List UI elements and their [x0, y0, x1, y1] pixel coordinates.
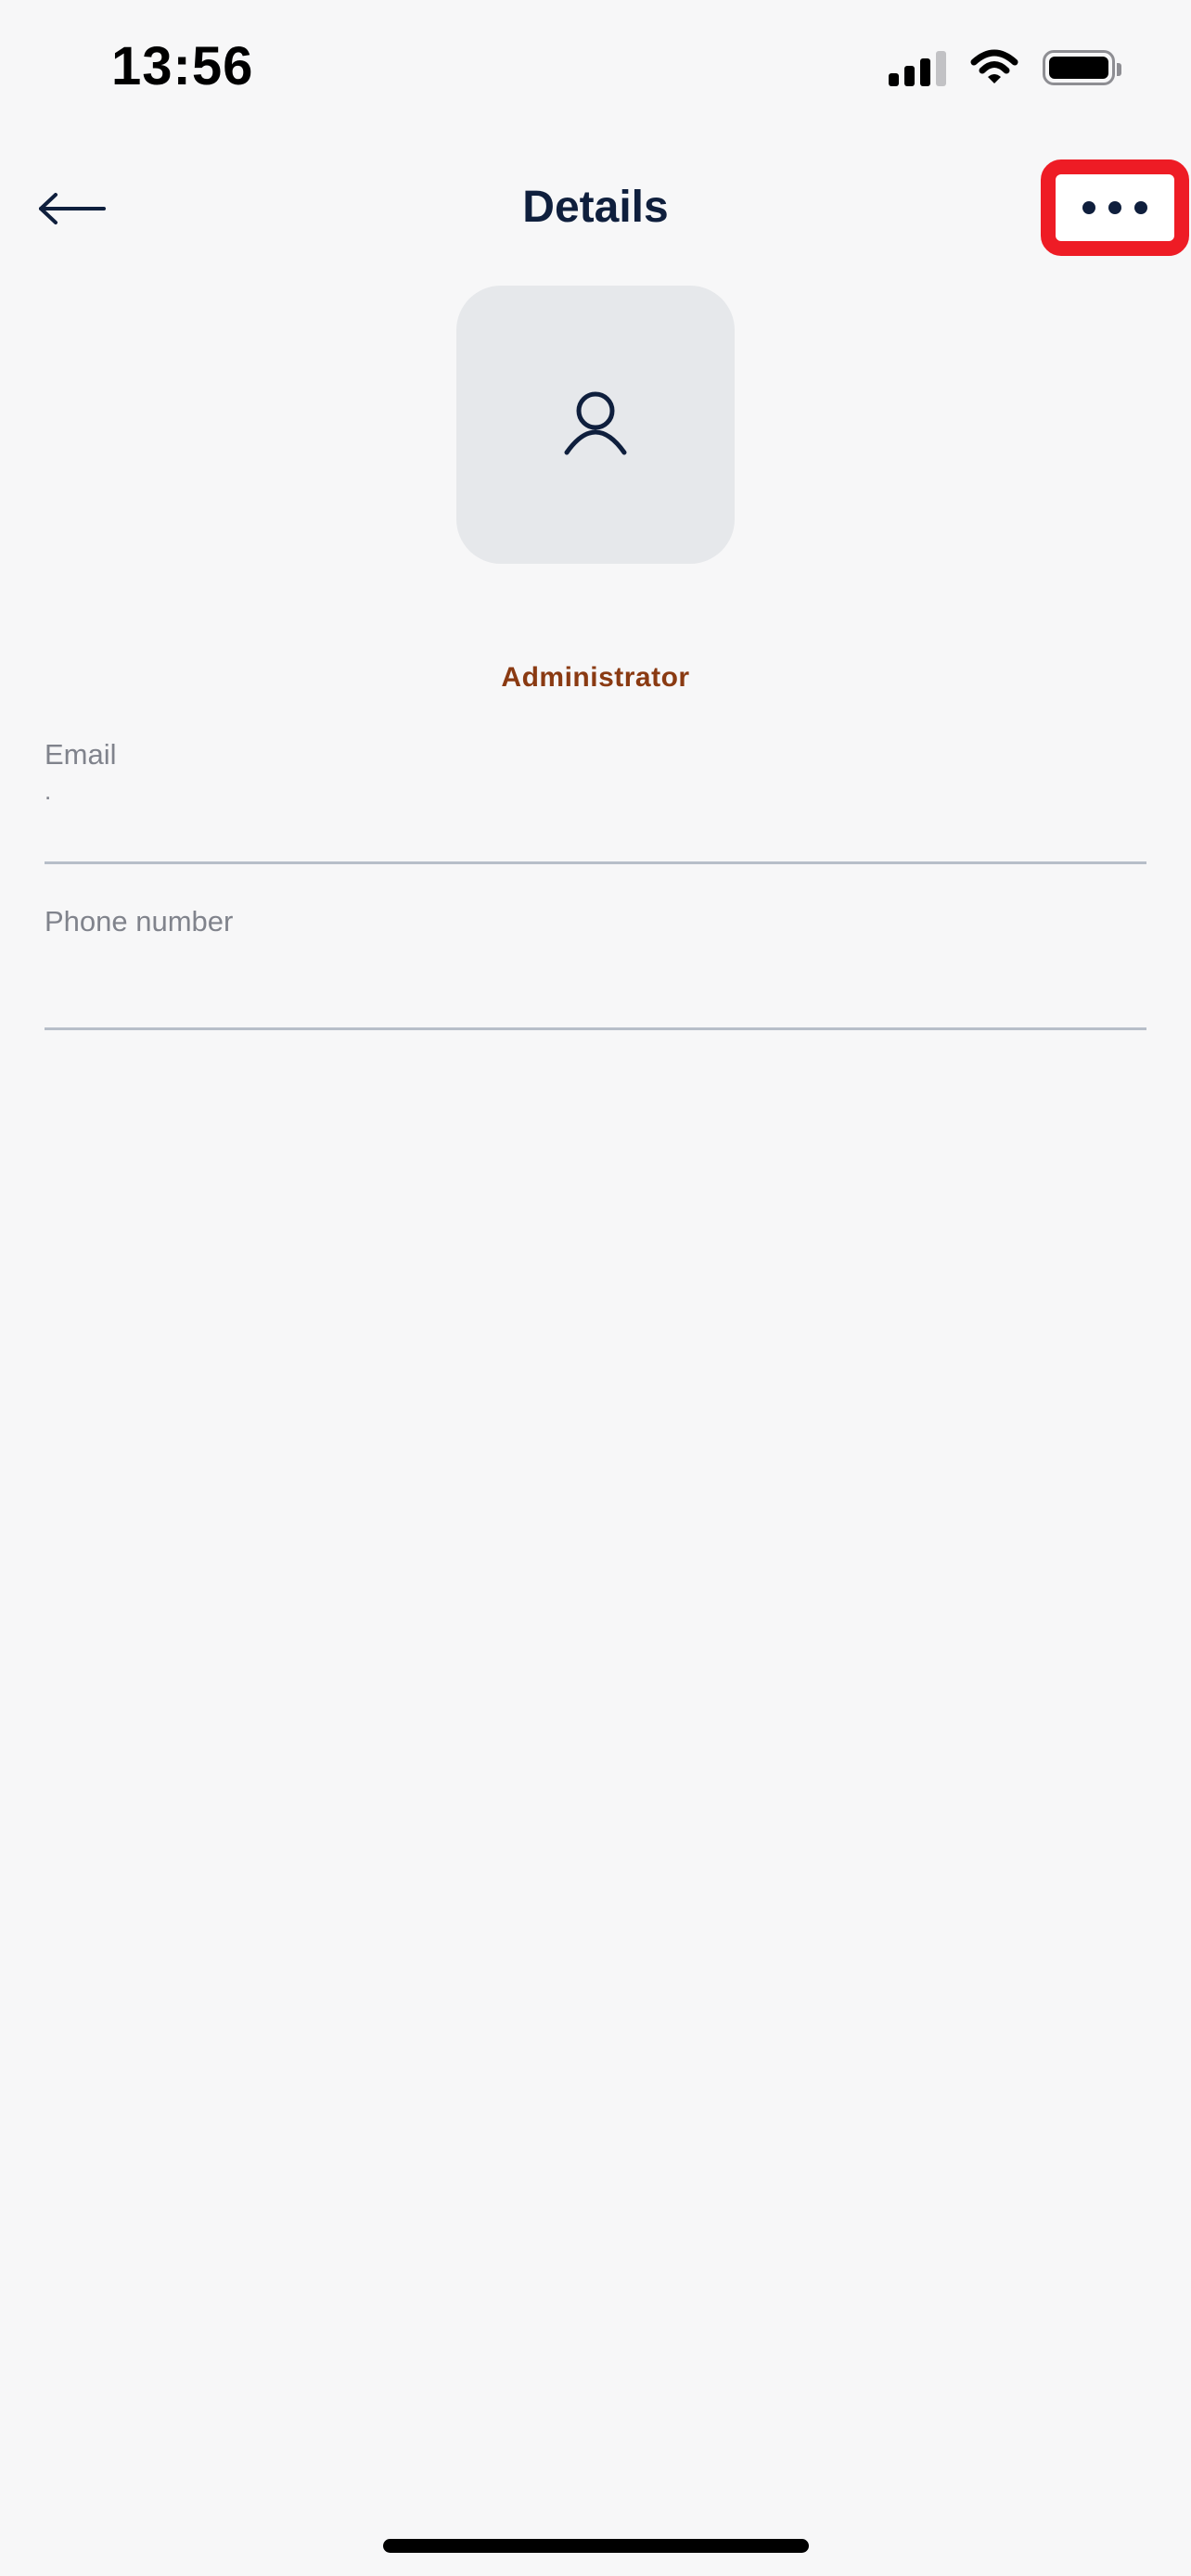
battery-icon: [1043, 50, 1121, 85]
page-title: Details: [522, 183, 669, 232]
phone-number-field[interactable]: Phone number: [45, 905, 1146, 1031]
wifi-icon: [970, 49, 1018, 83]
details-screen: 13:56 Details Administrator Email . Phon…: [0, 0, 1191, 2576]
phone-number-label: Phone number: [45, 905, 234, 937]
user-icon: [564, 391, 627, 455]
more-horizontal-icon: [1082, 201, 1095, 214]
email-underline: [45, 861, 1146, 864]
email-label: Email: [45, 738, 117, 771]
email-field[interactable]: Email .: [45, 738, 1146, 864]
email-value: .: [45, 777, 52, 805]
home-indicator: [383, 2539, 809, 2553]
role-label: Administrator: [501, 662, 690, 693]
avatar: [456, 286, 735, 564]
status-icons: [889, 45, 1121, 91]
phone-number-value: [45, 944, 1146, 981]
status-time: 13:56: [111, 36, 254, 96]
more-options-button[interactable]: [1041, 159, 1189, 256]
phone-number-underline: [45, 1027, 1146, 1030]
status-bar: 13:56: [0, 0, 1191, 139]
cellular-signal-icon: [889, 49, 946, 86]
nav-header: Details: [0, 148, 1191, 269]
